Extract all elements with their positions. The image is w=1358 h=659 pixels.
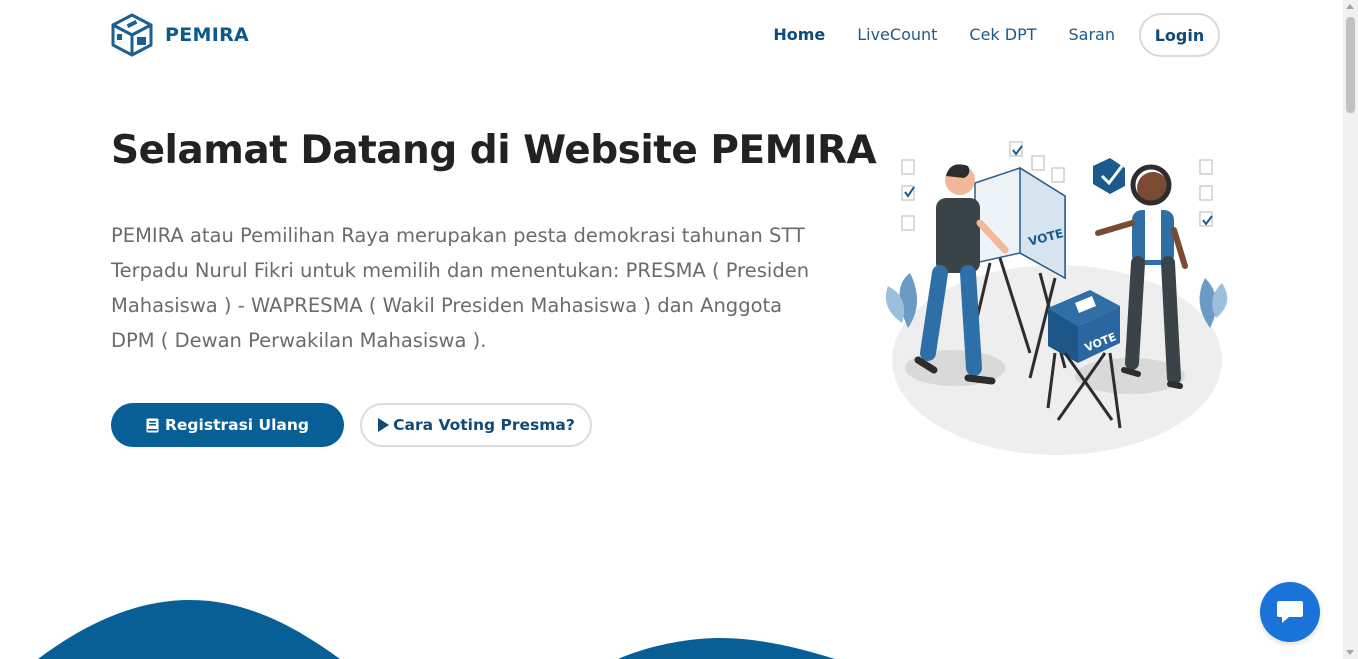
chat-button[interactable] — [1260, 582, 1320, 642]
brand-link[interactable]: PEMIRA — [111, 13, 249, 57]
navbar: PEMIRA Home LiveCount Cek DPT Saran Logi… — [0, 0, 1343, 70]
ballot-box-logo-icon — [111, 13, 153, 57]
cara-voting-label: Cara Voting Presma? — [393, 416, 575, 434]
scroll-up-arrow-icon[interactable] — [1346, 4, 1354, 9]
nav-menu: Home LiveCount Cek DPT Saran Login — [773, 13, 1220, 57]
scroll-down-arrow-icon[interactable] — [1346, 650, 1354, 655]
scrollbar-thumb[interactable] — [1346, 17, 1355, 113]
registrasi-ulang-button[interactable]: Registrasi Ulang — [111, 403, 344, 447]
nav-item-home[interactable]: Home — [773, 15, 825, 55]
hero-title: Selamat Datang di Website PEMIRA — [111, 128, 877, 173]
voting-illustration: VOTE VOTE — [885, 141, 1228, 455]
footer-waves — [38, 600, 835, 659]
book-icon — [146, 418, 159, 432]
play-icon — [378, 418, 390, 432]
cara-voting-button[interactable]: Cara Voting Presma? — [360, 403, 592, 447]
nav-item-livecount[interactable]: LiveCount — [857, 15, 937, 55]
chat-bubble-icon — [1277, 601, 1303, 623]
login-button[interactable]: Login — [1139, 13, 1220, 57]
nav-item-cek-dpt[interactable]: Cek DPT — [969, 15, 1036, 55]
registrasi-ulang-label: Registrasi Ulang — [164, 416, 310, 434]
hero-description: PEMIRA atau Pemilihan Raya merupakan pes… — [111, 224, 810, 352]
brand-name: PEMIRA — [165, 24, 250, 46]
nav-item-saran[interactable]: Saran — [1069, 15, 1115, 55]
vertical-scrollbar[interactable] — [1343, 0, 1358, 659]
